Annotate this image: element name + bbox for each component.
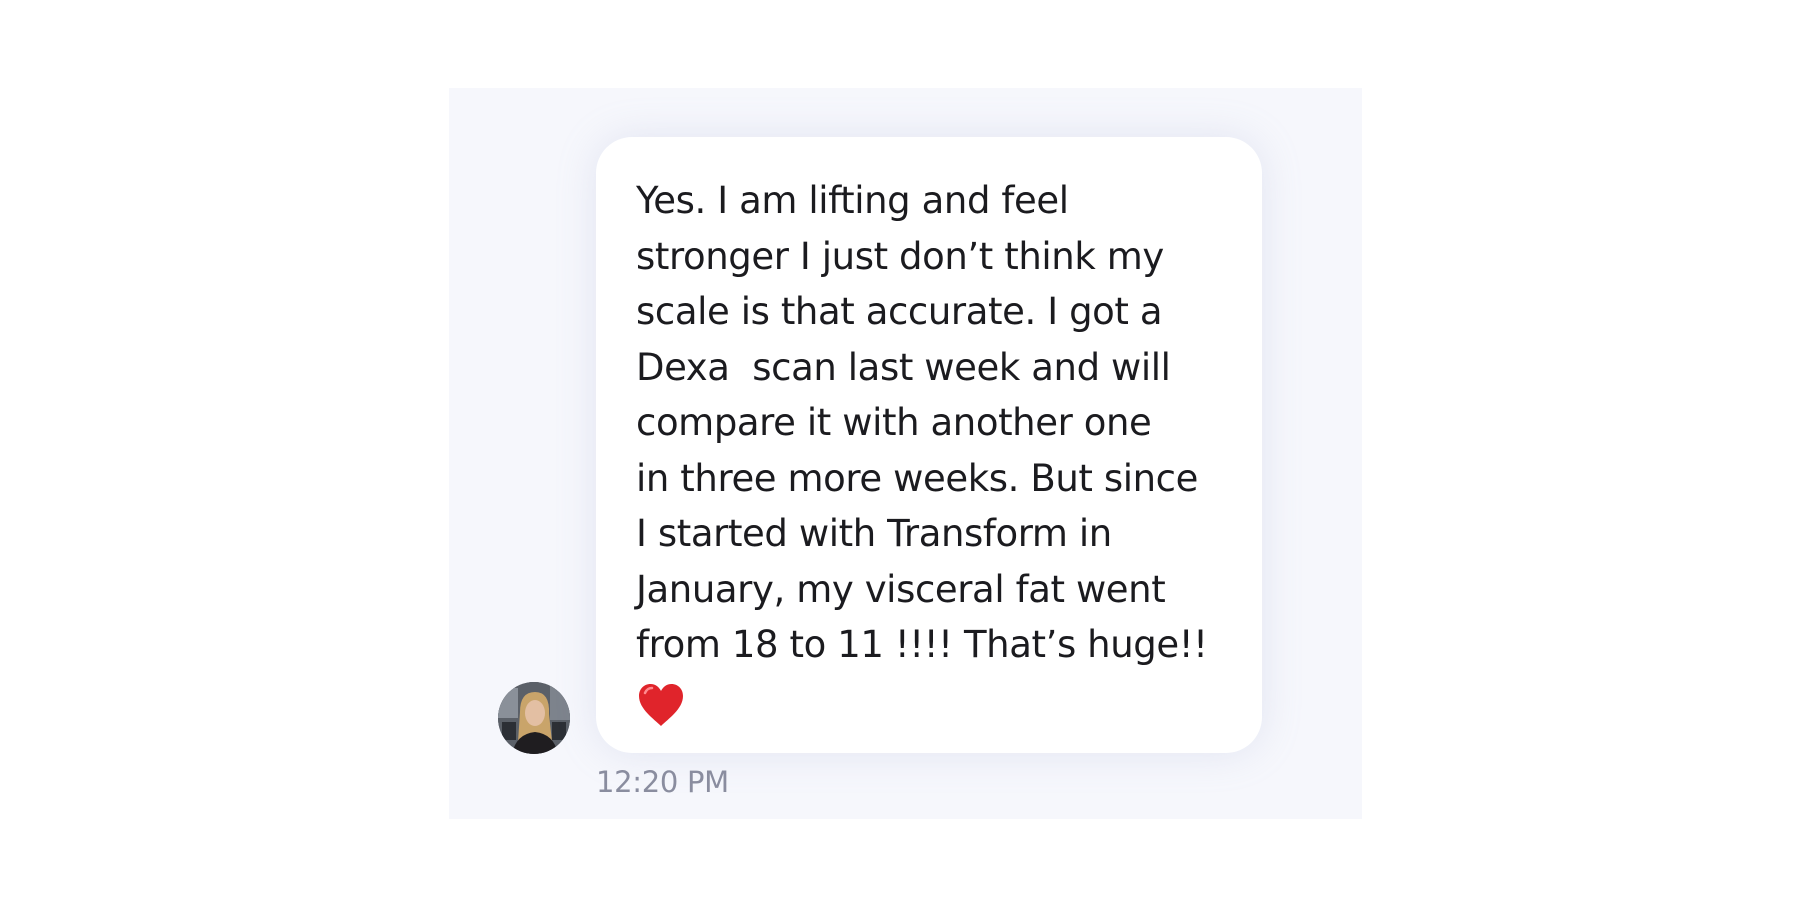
heart-icon xyxy=(639,683,683,726)
message-text: Yes. I am lifting and feel stronger I ju… xyxy=(636,173,1222,673)
message-line: from 18 to 11 !!!! That’s huge!! xyxy=(636,623,1208,666)
message-bubble[interactable]: Yes. I am lifting and feel stronger I ju… xyxy=(596,137,1262,753)
message-line: scale is that accurate. I got a xyxy=(636,290,1163,333)
sender-avatar[interactable] xyxy=(498,682,570,754)
message-line: January, my visceral fat went xyxy=(636,567,1166,611)
message-line: compare it with another one xyxy=(636,401,1152,444)
message-timestamp: 12:20 PM xyxy=(596,765,729,799)
message-line: I started with Transform in xyxy=(636,512,1112,555)
message-line: stronger I just don’t think my xyxy=(636,234,1164,278)
user-avatar-icon xyxy=(498,682,570,754)
message-line: Dexa scan last week and will xyxy=(636,345,1171,389)
message-line: in three more weeks. But since xyxy=(636,456,1198,500)
message-line: Yes. I am lifting and feel xyxy=(636,179,1069,222)
